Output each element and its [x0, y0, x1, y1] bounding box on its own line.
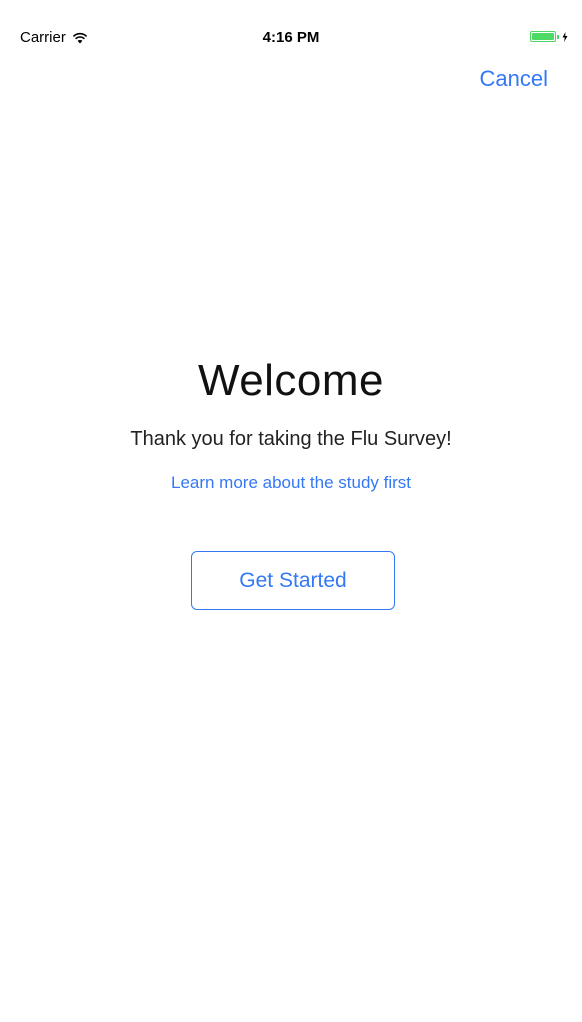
battery-indicator: [530, 31, 568, 42]
learn-more-link[interactable]: Learn more about the study first: [171, 473, 411, 493]
welcome-screen: Carrier 4:16 PM Cancel Welcome Thank you…: [0, 0, 582, 1022]
get-started-button[interactable]: Get Started: [191, 551, 395, 610]
welcome-subtitle: Thank you for taking the Flu Survey!: [130, 428, 452, 450]
page-title: Welcome: [197, 356, 385, 405]
status-time: 4:16 PM: [262, 29, 320, 46]
battery-fill: [532, 33, 554, 40]
status-bar: Carrier 4:16 PM: [0, 0, 582, 76]
charging-bolt-icon: [562, 31, 568, 42]
welcome-content: Welcome Thank you for taking the Flu Sur…: [0, 356, 582, 493]
cancel-button[interactable]: Cancel: [480, 66, 548, 92]
battery-icon: [530, 31, 556, 42]
battery-tip: [557, 34, 559, 39]
